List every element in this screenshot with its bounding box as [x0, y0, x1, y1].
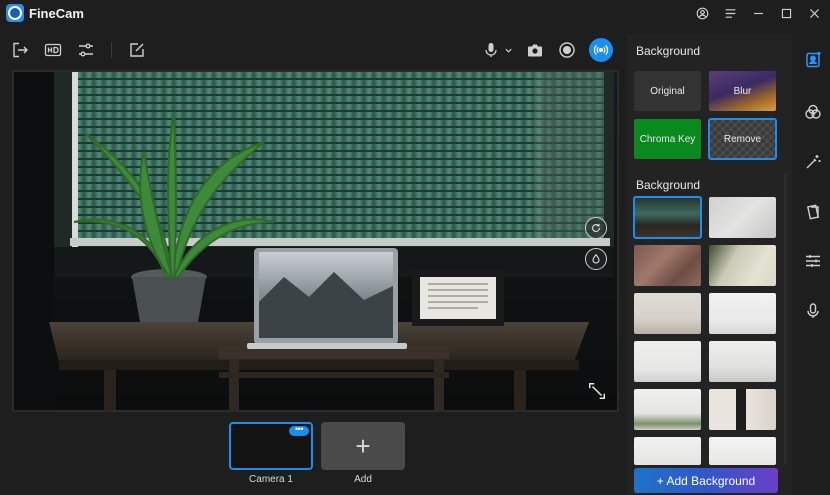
capture-toolbar [481, 38, 613, 62]
mode-remove-label: Remove [723, 133, 762, 145]
microphone-icon[interactable] [481, 40, 501, 60]
mode-original[interactable]: Original [634, 71, 701, 111]
mode-chroma-key[interactable]: Chroma Key [634, 119, 701, 159]
title-bar: FineCam [0, 0, 830, 27]
camera-preview[interactable] [12, 70, 619, 412]
background-thumbnail[interactable] [709, 341, 776, 382]
exit-icon[interactable] [10, 40, 30, 60]
watermark-drop-icon[interactable] [585, 248, 607, 270]
record-icon[interactable] [557, 40, 577, 60]
snapshot-camera-icon[interactable] [525, 40, 545, 60]
background-thumbnail[interactable] [709, 197, 776, 238]
live-stream-icon[interactable] [589, 38, 613, 62]
magic-wand-icon[interactable] [803, 152, 823, 172]
account-icon[interactable] [692, 3, 712, 23]
background-thumbnail[interactable] [634, 341, 701, 382]
background-thumbnail[interactable] [634, 437, 701, 465]
chevron-down-icon[interactable] [503, 40, 513, 60]
filters-icon[interactable] [803, 102, 823, 122]
preview-video-frame [14, 72, 617, 410]
gallery-scrollbar[interactable] [784, 174, 787, 464]
maximize-icon[interactable] [776, 3, 796, 23]
expand-preview-icon[interactable] [587, 381, 609, 403]
background-gallery-title: Background [636, 178, 701, 192]
camera-options-icon[interactable]: ••• [289, 425, 309, 436]
background-thumbnail[interactable] [709, 293, 776, 334]
background-panel: Background Original Blur Chroma Key Remo… [627, 34, 792, 495]
background-portrait-icon[interactable] [803, 50, 823, 70]
feature-rail [796, 34, 830, 495]
preview-toolbar [10, 40, 147, 60]
background-thumbnail[interactable] [634, 389, 701, 430]
rotate-icon[interactable] [585, 217, 607, 239]
annotate-icon[interactable] [127, 40, 147, 60]
window-controls [692, 3, 824, 23]
add-background-button[interactable]: + Add Background [634, 468, 778, 493]
adjustments-icon[interactable] [803, 251, 823, 271]
background-thumbnail[interactable] [709, 245, 776, 286]
mode-original-label: Original [650, 85, 685, 97]
close-icon[interactable] [804, 3, 824, 23]
app-title: FineCam [29, 6, 84, 21]
audio-mic-icon[interactable] [803, 301, 823, 321]
hd-icon[interactable] [43, 40, 63, 60]
minimize-icon[interactable] [748, 3, 768, 23]
background-thumbnail[interactable] [709, 389, 776, 430]
mode-blur[interactable]: Blur [709, 71, 776, 111]
camera-tile[interactable]: ••• [229, 422, 313, 470]
mode-blur-label: Blur [733, 85, 752, 97]
menu-icon[interactable] [720, 3, 740, 23]
mode-remove[interactable]: Remove [708, 118, 777, 160]
background-thumbnail[interactable] [634, 245, 701, 286]
toolbar-divider [111, 42, 112, 58]
add-camera-label: Add [354, 474, 372, 485]
background-thumbnail[interactable] [634, 293, 701, 334]
adjust-sliders-icon[interactable] [76, 40, 96, 60]
frames-icon[interactable] [803, 202, 823, 222]
mode-chroma-key-label: Chroma Key [639, 133, 696, 145]
finecam-logo-icon [6, 4, 24, 22]
background-mode-title: Background [636, 44, 701, 58]
background-thumbnail[interactable] [633, 196, 702, 239]
background-thumbnail[interactable] [709, 437, 776, 465]
add-camera-button[interactable]: + [321, 422, 405, 470]
plus-icon: + [355, 430, 371, 461]
camera-label: Camera 1 [249, 474, 293, 485]
